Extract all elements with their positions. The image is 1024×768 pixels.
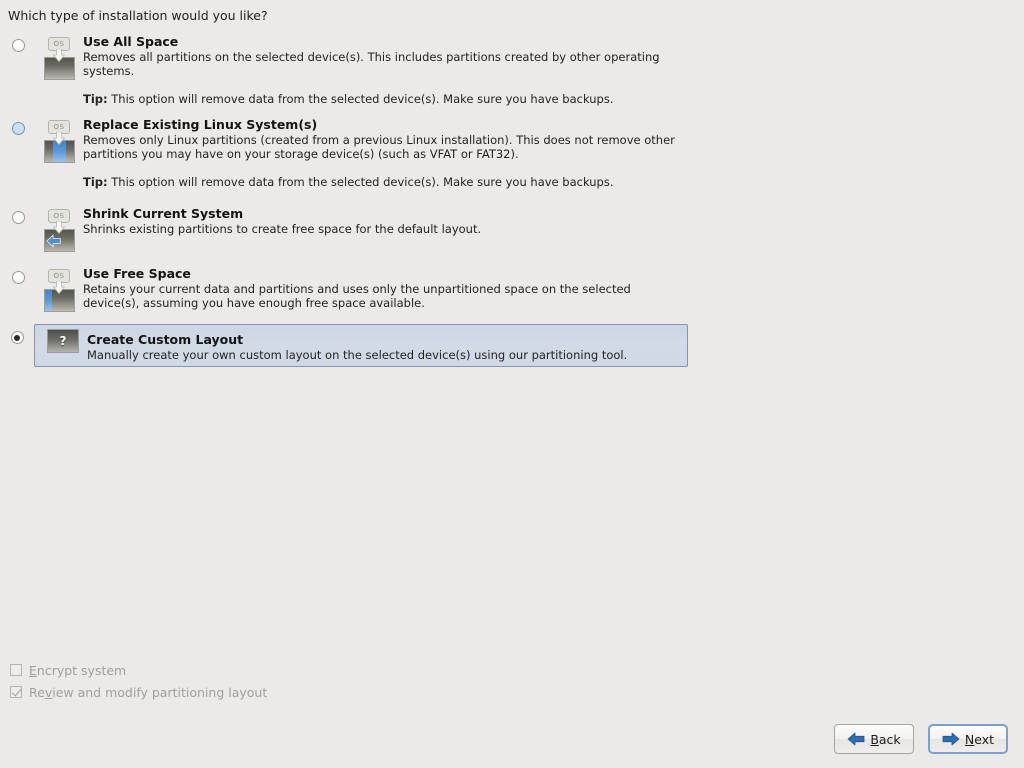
option-tip: Tip: This option will remove data from t…	[83, 175, 1023, 189]
option-text: Use All Space Removes all partitions on …	[83, 33, 1023, 106]
option-replace-existing-linux[interactable]: OS Replace Existing Linux System(s) Remo…	[0, 111, 1024, 200]
checkbox-row-review-modify-partitioning[interactable]: Review and modify partitioning layout	[10, 681, 267, 703]
radio-shrink-current-system[interactable]	[12, 211, 25, 224]
radio-cell	[1, 33, 35, 52]
icon-cell: OS	[35, 116, 83, 166]
disk-replace-linux-icon: OS	[41, 118, 77, 166]
radio-create-custom-layout[interactable]	[11, 331, 24, 344]
next-button[interactable]: Next	[928, 724, 1008, 754]
radio-cell	[0, 325, 34, 344]
arrow-left-icon	[46, 233, 62, 249]
radio-replace-existing-linux[interactable]	[12, 122, 25, 135]
icon-cell: OS	[35, 205, 83, 255]
accel-key: E	[29, 663, 37, 678]
radio-use-all-space[interactable]	[12, 39, 25, 52]
option-description: Retains your current data and partitions…	[83, 282, 683, 310]
option-tip-label: Tip:	[83, 92, 108, 106]
option-tip-text: This option will remove data from the se…	[111, 175, 613, 189]
installation-type-list: OS Use All Space Removes all partitions …	[0, 28, 1024, 367]
checkbox-label-review-modify-partitioning: Review and modify partitioning layout	[29, 685, 267, 700]
arrow-down-icon	[53, 132, 65, 145]
next-button-label: Next	[965, 732, 994, 747]
accel-key: B	[870, 732, 879, 747]
option-description: Removes only Linux partitions (created f…	[83, 133, 683, 161]
options-checkbox-group: Encrypt system Review and modify partiti…	[10, 659, 267, 703]
option-description: Shrinks existing partitions to create fr…	[83, 222, 683, 236]
option-text: Use Free Space Retains your current data…	[83, 265, 1023, 310]
disk-overwrite-icon: OS	[41, 35, 77, 83]
option-text: Replace Existing Linux System(s) Removes…	[83, 116, 1023, 189]
option-title: Replace Existing Linux System(s)	[83, 117, 1023, 132]
radio-use-free-space[interactable]	[12, 271, 25, 284]
option-description: Removes all partitions on the selected d…	[83, 50, 683, 78]
radio-cell	[1, 205, 35, 224]
icon-cell: ?	[35, 329, 87, 353]
disk-free-space-icon: OS	[41, 267, 77, 315]
option-shrink-current-system[interactable]: OS Shrink Current System Shrinks existin…	[0, 200, 1024, 260]
arrow-right-icon	[942, 732, 960, 746]
option-tip-label: Tip:	[83, 175, 108, 189]
arrow-left-icon	[847, 732, 865, 746]
option-title: Shrink Current System	[83, 206, 1023, 221]
option-use-free-space[interactable]: OS Use Free Space Retains your current d…	[0, 260, 1024, 320]
option-create-custom-layout[interactable]: ? Create Custom Layout Manually create y…	[34, 324, 688, 367]
page-title: Which type of installation would you lik…	[8, 8, 268, 23]
checkbox-review-modify-partitioning[interactable]	[10, 686, 22, 698]
icon-cell: OS	[35, 33, 83, 83]
disk-free-partition	[45, 290, 52, 311]
option-tip-text: This option will remove data from the se…	[111, 92, 613, 106]
option-title: Create Custom Layout	[87, 332, 687, 347]
arrow-down-icon	[53, 221, 65, 234]
arrow-down-icon	[53, 281, 65, 294]
option-text: Create Custom Layout Manually create you…	[87, 329, 687, 362]
icon-cell: OS	[35, 265, 83, 315]
back-button[interactable]: Back	[834, 724, 914, 754]
disk-question-icon: ?	[47, 329, 79, 353]
option-title: Use All Space	[83, 34, 1023, 49]
arrow-down-icon	[53, 49, 65, 62]
navigation-buttons: Back Next	[834, 724, 1008, 754]
option-title: Use Free Space	[83, 266, 1023, 281]
radio-cell	[1, 116, 35, 135]
option-use-all-space[interactable]: OS Use All Space Removes all partitions …	[0, 28, 1024, 111]
option-tip: Tip: This option will remove data from t…	[83, 92, 1023, 106]
accel-key: N	[965, 732, 974, 747]
checkbox-encrypt-system[interactable]	[10, 664, 22, 676]
option-text: Shrink Current System Shrinks existing p…	[83, 205, 1023, 236]
radio-cell	[1, 265, 35, 284]
back-button-label: Back	[870, 732, 900, 747]
checkbox-label-encrypt-system: Encrypt system	[29, 663, 126, 678]
option-description: Manually create your own custom layout o…	[87, 348, 687, 362]
checkbox-row-encrypt-system[interactable]: Encrypt system	[10, 659, 267, 681]
disk-shrink-icon: OS	[41, 207, 77, 255]
